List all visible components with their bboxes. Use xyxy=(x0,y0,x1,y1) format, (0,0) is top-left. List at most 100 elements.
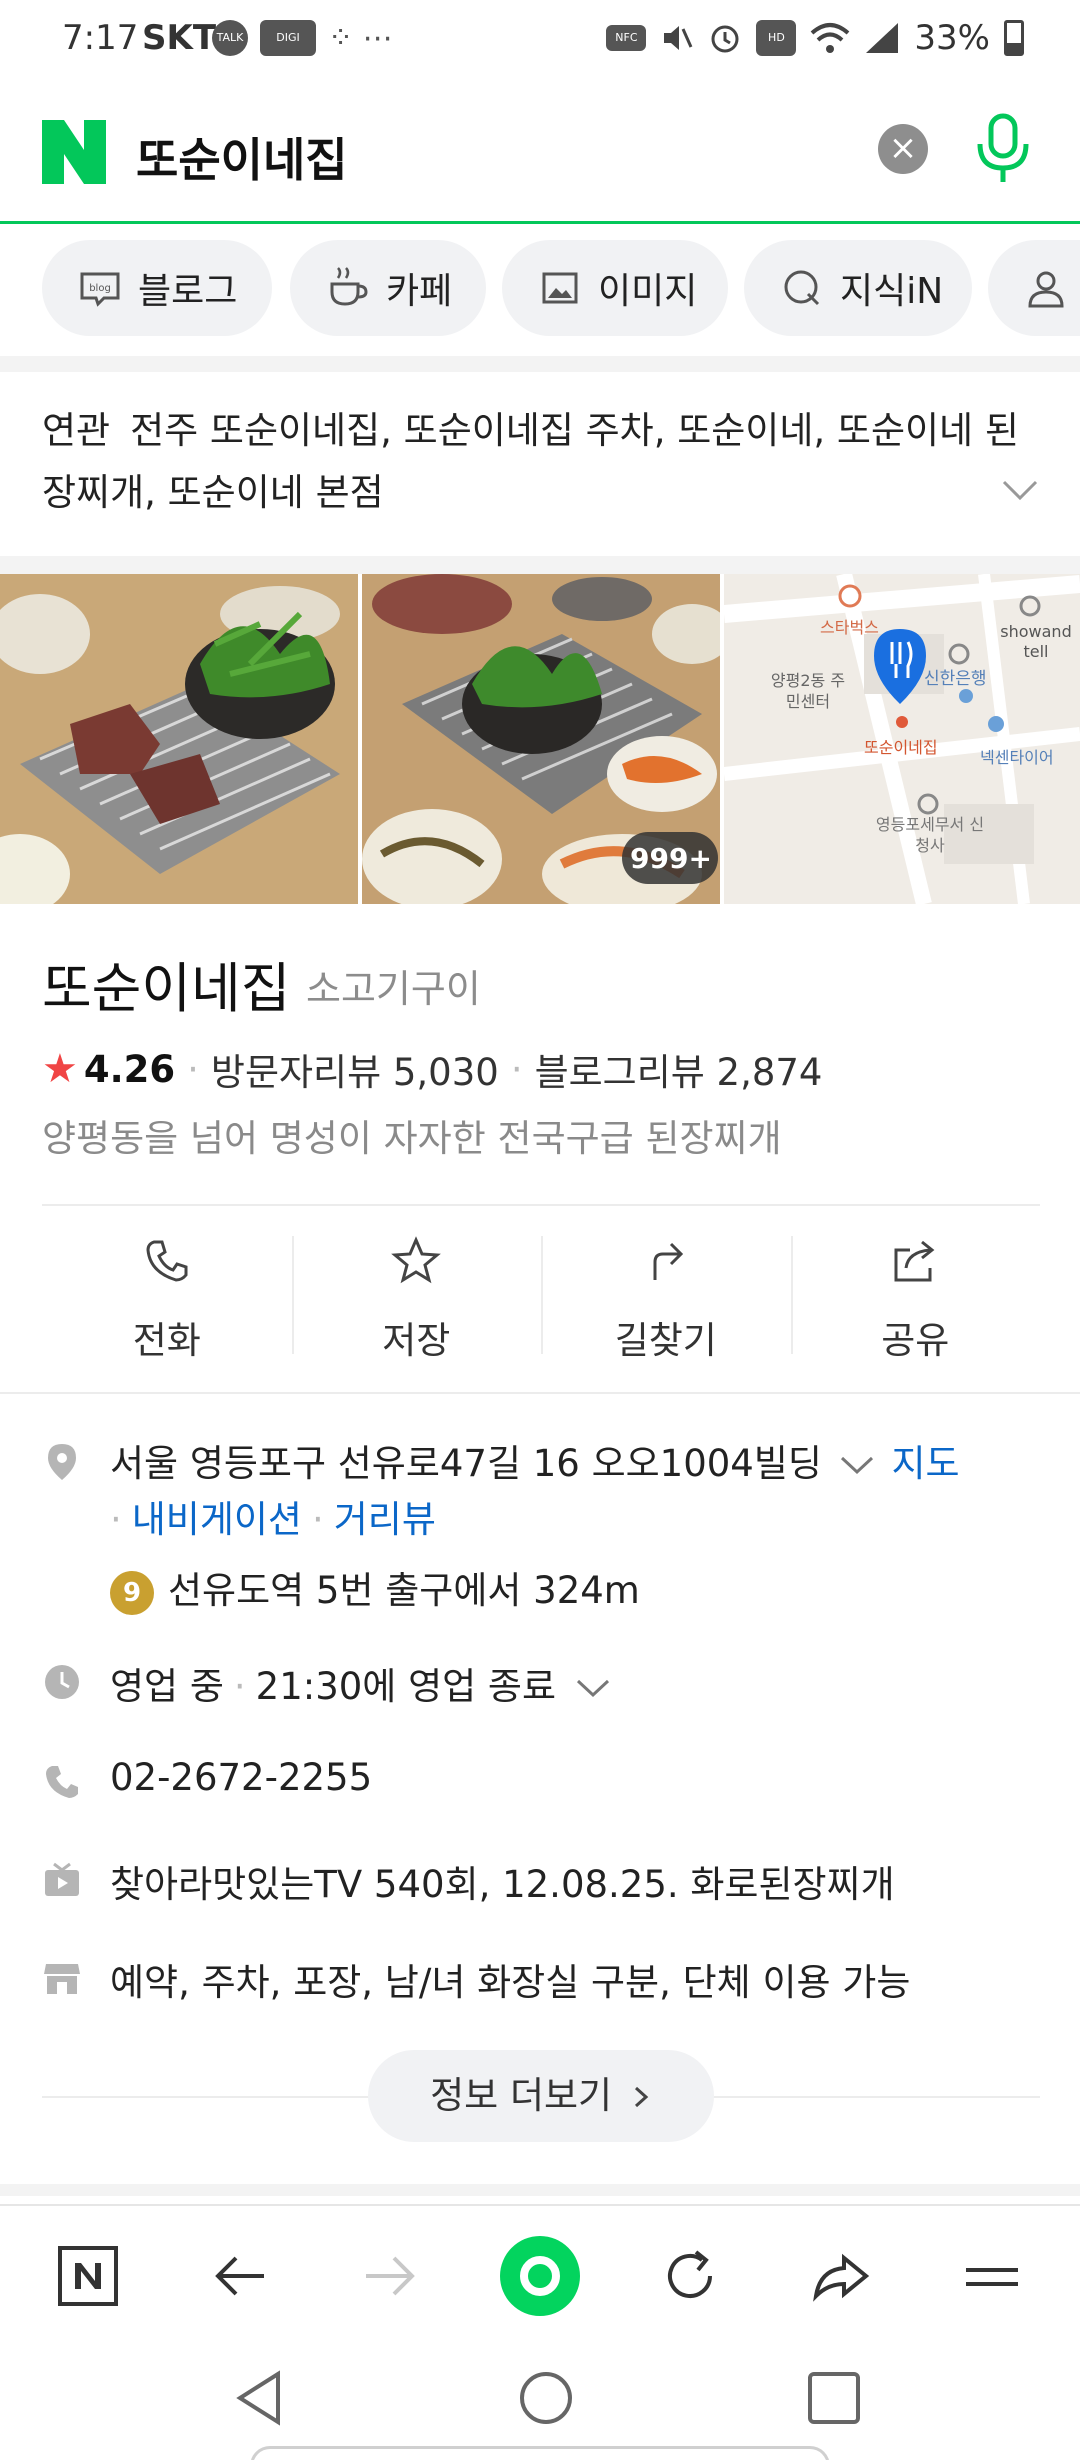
share-arrow-icon xyxy=(813,2253,870,2302)
place-description: 양평동을 넘어 명성이 자자한 전국구급 된장찌개 xyxy=(42,1117,782,1160)
action-label: 전화 xyxy=(132,1319,201,1362)
tab-image[interactable]: 이미지 xyxy=(502,240,728,336)
tab-people[interactable] xyxy=(988,240,1080,336)
more-info-label: 정보 더보기 xyxy=(430,2074,613,2117)
save-button[interactable]: 저장 xyxy=(291,1206,542,1396)
gesture-handle[interactable] xyxy=(250,2446,830,2460)
related-text[interactable]: 전주 또순이네집, 또순이네집 주차, 또순이네, 또순이네 된장찌개, 또순이… xyxy=(42,409,1019,514)
back-triangle-icon[interactable] xyxy=(230,2368,290,2428)
kin-icon xyxy=(784,270,820,306)
person-icon xyxy=(1028,271,1064,308)
address-text[interactable]: 서울 영등포구 선유로47길 16 오오1004빌딩 xyxy=(110,1442,822,1485)
chevron-down-icon[interactable] xyxy=(1000,470,1040,510)
search-tabs: blog 블로그 카페 이미지 지식iN xyxy=(0,240,1080,336)
refresh-button[interactable] xyxy=(650,2236,730,2316)
tv-icon xyxy=(45,1862,79,1896)
chevron-right-icon xyxy=(634,2086,649,2108)
refresh-icon xyxy=(668,2250,712,2298)
naver-n-logo[interactable] xyxy=(42,120,106,184)
action-label: 저장 xyxy=(382,1319,451,1362)
recents-square-icon[interactable] xyxy=(804,2368,864,2428)
subway-row: 9 선유도역 5번 출구에서 324m xyxy=(42,1560,1042,1615)
map-thumbnail[interactable]: 스타벅스 showand tell 양평2동 주민센터 신한은행 또순이네집 넥… xyxy=(724,574,1080,904)
notification-dots-icon: ⁘ ⋯ xyxy=(328,20,393,56)
hours-status: 영업 중 xyxy=(110,1665,224,1708)
phone-row[interactable]: 02-2672-2255 xyxy=(42,1756,1042,1806)
battery-percent: 33% xyxy=(914,18,990,58)
directions-button[interactable]: 길찾기 xyxy=(541,1206,791,1396)
share-button[interactable]: 공유 xyxy=(790,1206,1041,1396)
subway-line-badge: 9 xyxy=(110,1570,154,1615)
search-header: 또순이네집 × xyxy=(0,80,1080,224)
share-icon xyxy=(894,1240,935,1282)
tab-kin[interactable]: 지식iN xyxy=(744,240,972,336)
map-label: 양평2동 주민센터 xyxy=(770,671,846,711)
map-link[interactable]: 지도 xyxy=(891,1442,959,1485)
talk-icon: TALK xyxy=(212,20,248,56)
amenities-text: 예약, 주차, 포장, 남/녀 화장실 구분, 단체 이용 가능 xyxy=(110,1961,911,2004)
back-button[interactable] xyxy=(200,2236,280,2316)
more-info-button[interactable]: 정보 더보기 xyxy=(368,2050,714,2142)
menu-button[interactable] xyxy=(952,2236,1032,2316)
hours-detail: 21:30에 영업 종료 xyxy=(255,1665,557,1708)
clear-search-button[interactable]: × xyxy=(878,124,928,174)
home-circle-icon[interactable] xyxy=(516,2368,576,2428)
phone-number[interactable]: 02-2672-2255 xyxy=(110,1756,372,1799)
map-label: 또순이네집 xyxy=(864,738,938,757)
mic-icon[interactable] xyxy=(968,110,1038,190)
wifi-icon xyxy=(811,23,850,53)
hd-voice-icon: HD xyxy=(756,20,797,56)
rating-star-icon: ★ xyxy=(42,1046,78,1092)
chevron-down-icon[interactable] xyxy=(840,1454,874,1476)
clock-icon xyxy=(45,1665,79,1699)
naver-home-icon xyxy=(58,2246,118,2306)
streetview-link[interactable]: 거리뷰 xyxy=(334,1498,436,1541)
rating-line: ★ 4.26 · 방문자리뷰 5,030 · 블로그리뷰 2,874 xyxy=(42,1042,822,1096)
tab-blog[interactable]: blog 블로그 xyxy=(42,240,272,336)
visitor-reviews-link[interactable]: 방문자리뷰 5,030 xyxy=(211,1042,499,1096)
map-label: 신한은행 xyxy=(924,669,987,689)
map-label: 스타벅스 xyxy=(820,618,879,637)
food-photo[interactable] xyxy=(0,574,358,904)
status-time: 7:17 xyxy=(62,18,139,58)
place-name[interactable]: 또순이네집 xyxy=(42,944,290,1023)
divider xyxy=(0,1392,1080,1394)
chevron-down-icon[interactable] xyxy=(576,1677,610,1699)
section-divider xyxy=(0,556,1080,574)
phone-icon xyxy=(146,1240,188,1282)
naver-home-button[interactable] xyxy=(48,2236,128,2316)
address-row: 서울 영등포구 선유로47길 16 오오1004빌딩 지도 · 내비게이션 · 거리뷰 xyxy=(42,1436,1042,1556)
green-action-button[interactable] xyxy=(498,2234,582,2318)
blog-reviews-link[interactable]: 블로그리뷰 2,874 xyxy=(535,1042,823,1096)
hours-row[interactable]: 영업 중 · 21:30에 영업 종료 xyxy=(42,1656,1042,1708)
blog-icon: blog xyxy=(80,272,120,307)
search-query[interactable]: 또순이네집 xyxy=(136,124,348,190)
status-bar: 7:17 SKT TALK DIGI ⁘ ⋯ NFC HD 33% xyxy=(0,0,1080,80)
location-pin-icon xyxy=(48,1444,76,1480)
rating-score: 4.26 xyxy=(83,1047,176,1091)
amenities-row: 예약, 주차, 포장, 남/녀 화장실 구분, 단체 이용 가능 xyxy=(42,1952,1042,2004)
directions-icon xyxy=(653,1242,683,1280)
share-button[interactable] xyxy=(800,2236,880,2316)
subway-text: 선유도역 5번 출구에서 324m xyxy=(168,1569,640,1612)
call-button[interactable]: 전화 xyxy=(42,1206,292,1396)
phone-icon xyxy=(46,1766,78,1798)
forward-button[interactable] xyxy=(350,2236,430,2316)
store-icon xyxy=(44,1964,80,1994)
tab-label: 지식iN xyxy=(840,271,944,312)
tv-text: 찾아라맛있는TV 540회, 12.08.25. 화로된장찌개 xyxy=(110,1863,895,1906)
navigation-link[interactable]: 내비게이션 xyxy=(132,1498,302,1541)
place-category: 소고기구이 xyxy=(306,967,481,1011)
forward-arrow-icon xyxy=(366,2256,415,2296)
android-nav-bar xyxy=(0,2340,1080,2460)
tab-cafe[interactable]: 카페 xyxy=(290,240,486,336)
mute-icon xyxy=(664,26,693,50)
food-photo[interactable]: 999+ xyxy=(362,574,720,904)
star-icon xyxy=(391,1236,442,1284)
section-divider xyxy=(0,356,1080,372)
related-searches[interactable]: 연관 전주 또순이네집, 또순이네집 주차, 또순이네, 또순이네 된장찌개, 또… xyxy=(42,400,1022,524)
tab-label: 이미지 xyxy=(598,271,698,312)
alarm-icon xyxy=(711,25,739,53)
map-label: 영등포세무서 신청사 xyxy=(875,815,985,855)
section-divider xyxy=(0,2184,1080,2196)
